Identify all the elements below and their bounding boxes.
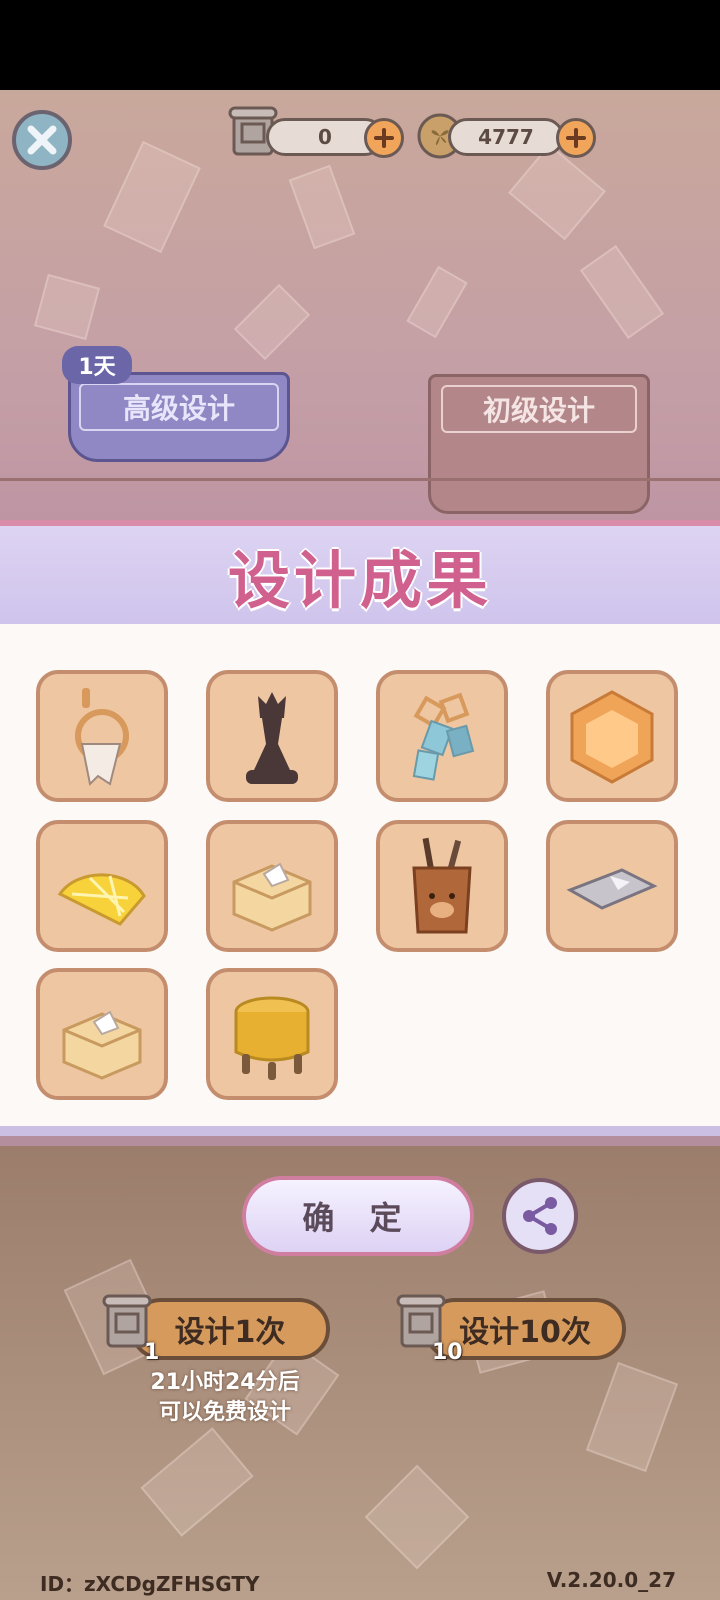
design-ten-cost: 10	[432, 1340, 463, 1365]
item-card[interactable]	[206, 820, 338, 952]
player-id: ID：zXCDgZFHSGTY	[40, 1572, 260, 1596]
item-card[interactable]	[206, 670, 338, 802]
result-banner: 设计成果	[0, 520, 720, 624]
item-card[interactable]	[36, 670, 168, 802]
chess-queen-icon	[246, 692, 298, 784]
duration-badge: 1天	[62, 346, 132, 384]
item-card[interactable]	[36, 968, 168, 1100]
close-icon	[27, 125, 57, 155]
item-card[interactable]	[376, 820, 508, 952]
confirm-button[interactable]: 确 定	[242, 1176, 474, 1256]
free-hint-line2: 可以免费设计	[158, 1400, 291, 1425]
stool-icon	[234, 996, 310, 1080]
corner-sofa-icon	[570, 690, 654, 784]
status-bar	[0, 0, 720, 90]
tab-advanced-design[interactable]: 高级设计	[68, 372, 290, 462]
mat-icon	[566, 868, 658, 910]
share-icon	[523, 1197, 557, 1235]
free-hint-line1: 21小时24分后	[150, 1370, 300, 1395]
tissue-box-icon	[62, 1010, 142, 1080]
design-once-button[interactable]: 设计1次	[130, 1298, 330, 1360]
chain-lamp-icon	[412, 692, 475, 781]
item-card[interactable]	[376, 670, 508, 802]
free-design-timer: 21小时24分后 可以免费设计	[110, 1368, 340, 1428]
share-button[interactable]	[502, 1178, 578, 1254]
item-card[interactable]	[546, 670, 678, 802]
plus-icon	[566, 128, 586, 148]
version-label: V.2.20.0_27	[546, 1568, 676, 1592]
add-coins-button[interactable]	[556, 118, 596, 158]
bear-pen-holder-icon	[412, 837, 472, 934]
tab-basic-design[interactable]: 初级设计	[428, 374, 650, 514]
lemon-slice-icon	[57, 873, 146, 926]
tissue-box-icon	[232, 862, 312, 932]
tab-divider	[0, 478, 720, 481]
item-card[interactable]	[36, 820, 168, 952]
plus-icon	[374, 128, 394, 148]
design-once-cost: 1	[144, 1340, 160, 1365]
coin-count: 4777	[448, 118, 564, 156]
close-button[interactable]	[12, 110, 72, 170]
tab-basic-label: 初级设计	[441, 385, 637, 433]
add-scrolls-button[interactable]	[364, 118, 404, 158]
panel-shadow	[0, 1136, 720, 1146]
item-card[interactable]	[206, 968, 338, 1100]
item-card[interactable]	[546, 820, 678, 952]
tab-advanced-label: 高级设计	[79, 383, 279, 431]
towel-ring-icon	[75, 688, 129, 787]
result-title: 设计成果	[227, 544, 492, 617]
